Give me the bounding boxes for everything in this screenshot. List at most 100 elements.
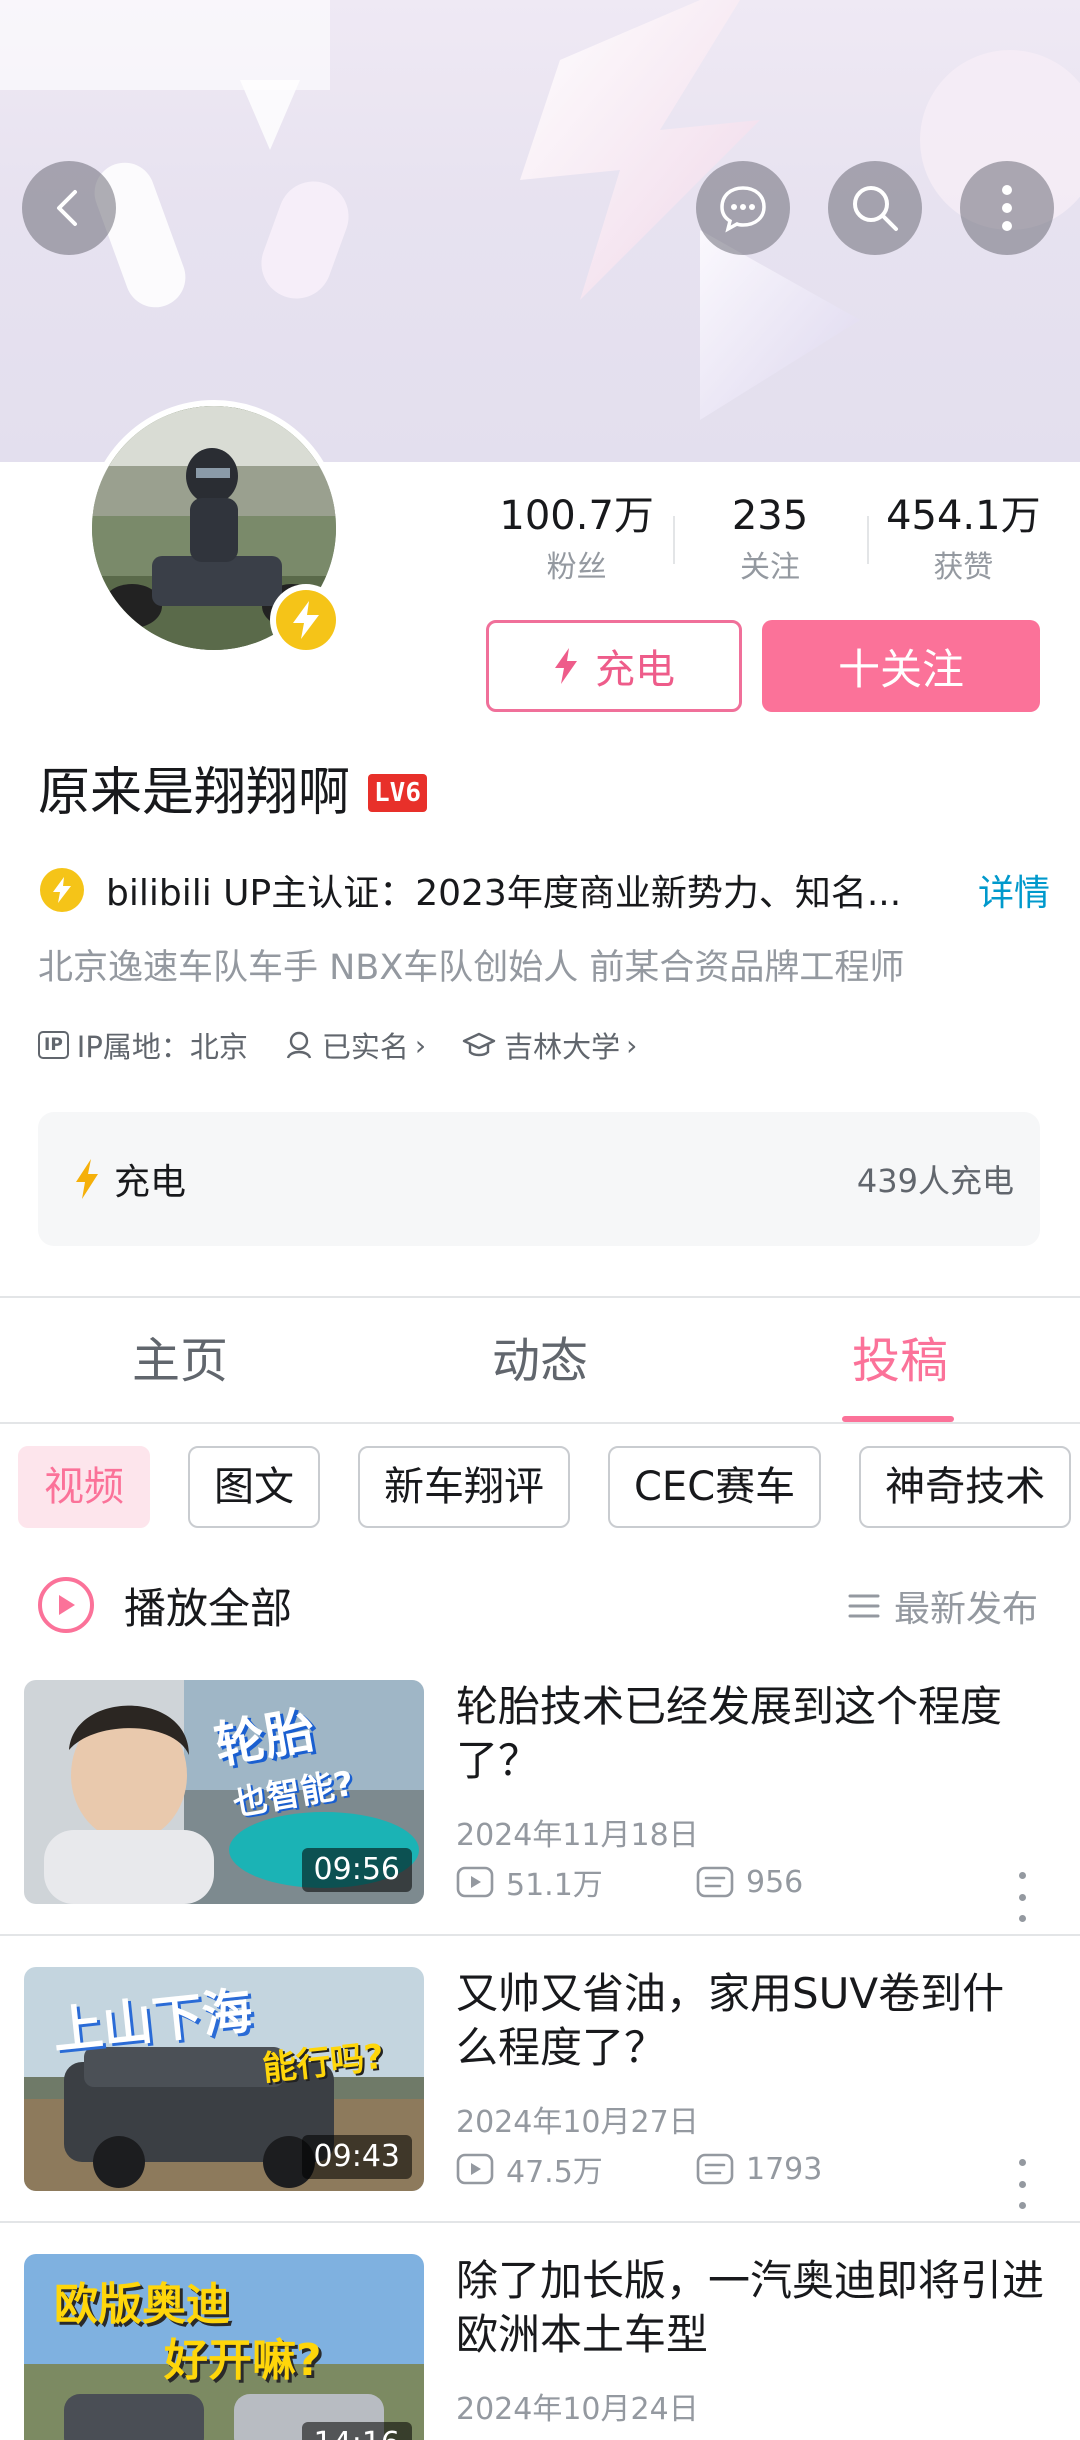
level-badge: LV6 [368, 774, 427, 812]
video-thumbnail[interactable]: 欧版奥迪 好开嘛? 14:16 [24, 2254, 424, 2440]
chip-tech[interactable]: 神奇技术 [859, 1446, 1072, 1528]
stat-likes[interactable]: 454.1万 获赞 [866, 488, 1060, 598]
more-vertical-icon[interactable] [1010, 1872, 1034, 1922]
realname-tag[interactable]: 已实名 › [284, 1024, 426, 1066]
video-title: 除了加长版，一汽奥迪即将引进欧洲本土车型 [456, 2256, 1045, 2359]
sort-button[interactable]: 最新发布 [848, 1578, 1038, 1634]
charge-button[interactable]: 充电 [486, 620, 742, 712]
banner-artwork [0, 0, 1080, 420]
stat-value: 235 [731, 493, 809, 539]
play-circle-icon [38, 1577, 94, 1633]
follow-button-label: 十关注 [837, 644, 964, 694]
video-comments-count: 1793 [746, 2151, 823, 2187]
thumbnail-caption: 欧版奥迪 [54, 2279, 230, 2330]
charge-button-label: 充电 [595, 647, 675, 693]
video-comments: 956 [696, 1865, 936, 1900]
video-date: 2024年10月24日 [456, 2392, 699, 2427]
message-button[interactable] [696, 161, 790, 255]
chevron-right-icon: › [626, 1028, 638, 1062]
user-tags: IP IP属地：北京 已实名 › 吉林大学 › [38, 1020, 673, 1070]
charge-card-count: 439人充电 [856, 1162, 1014, 1200]
lightning-icon [293, 601, 319, 639]
tab-dynamic[interactable]: 动态 [360, 1298, 720, 1422]
realname-label: 已实名 [321, 1030, 409, 1064]
search-icon [853, 186, 898, 231]
video-thumbnail[interactable]: 轮胎 也智能? 09:56 [24, 1680, 424, 1904]
stat-label: 获赞 [933, 550, 994, 585]
chevron-right-icon: › [414, 1028, 427, 1062]
play-all-button[interactable]: 播放全部 [38, 1574, 292, 1636]
username-text: 原来是翔翔啊 [38, 763, 351, 823]
school-tag[interactable]: 吉林大学 › [462, 1024, 637, 1066]
certification-row[interactable]: bilibili UP主认证：2023年度商业新势力、知名... 详情 [40, 862, 1050, 918]
video-item[interactable]: 欧版奥迪 好开嘛? 14:16 除了加长版，一汽奥迪即将引进欧洲本土车型 202… [0, 2254, 1080, 2440]
lightning-icon [76, 1159, 98, 1199]
video-duration: 09:43 [301, 2135, 412, 2179]
profile-banner [0, 0, 1080, 462]
video-views: 47.5万 [456, 2147, 696, 2191]
charge-badge [270, 584, 342, 656]
back-button[interactable] [22, 161, 116, 255]
charge-card-label: 充电 [114, 1162, 187, 1203]
stat-label: 粉丝 [546, 550, 607, 585]
stat-value: 100.7万 [499, 493, 654, 539]
video-date: 2024年10月27日 [456, 2105, 699, 2140]
chip-new-car-review[interactable]: 新车翔评 [358, 1446, 570, 1528]
school-label: 吉林大学 [504, 1030, 621, 1064]
play-all-label: 播放全部 [124, 1583, 293, 1633]
sort-label: 最新发布 [893, 1589, 1038, 1630]
video-duration: 09:56 [301, 1848, 412, 1892]
upload-category-chips: 视频 图文 新车翔评 CEC赛车 神奇技术 [18, 1446, 1080, 1530]
stat-label: 关注 [739, 550, 800, 585]
video-views-count: 51.1万 [506, 1868, 603, 1903]
video-date: 2024年11月18日 [456, 1818, 699, 1853]
certification-text: bilibili UP主认证：2023年度商业新势力、知名... [106, 873, 902, 914]
chat-bubble-icon [720, 186, 766, 233]
stat-following[interactable]: 235 关注 [673, 488, 866, 598]
comment-icon [696, 1866, 734, 1898]
video-title: 又帅又省油，家用SUV卷到什么程度了？ [456, 1969, 1005, 2072]
lightning-icon [555, 648, 577, 684]
video-comments-count: 956 [746, 1864, 804, 1900]
profile-tabs: 主页 动态 投稿 [0, 1298, 1080, 1424]
more-vertical-icon [1002, 185, 1012, 231]
video-item[interactable]: 上山下海 能行吗? 09:43 又帅又省油，家用SUV卷到什么程度了？ 2024… [0, 1967, 1080, 2253]
thumbnail-caption: 好开嘛? [164, 2335, 322, 2386]
chevron-left-icon [57, 190, 77, 226]
follow-button[interactable]: 十关注 [762, 620, 1040, 712]
search-button[interactable] [828, 161, 922, 255]
video-duration: 14:16 [301, 2422, 412, 2440]
certification-detail-link[interactable]: 详情 [978, 864, 1050, 916]
chip-article[interactable]: 图文 [188, 1446, 320, 1528]
more-vertical-icon[interactable] [1010, 2159, 1034, 2209]
tab-uploads[interactable]: 投稿 [720, 1298, 1080, 1422]
video-views-count: 47.5万 [506, 2155, 603, 2190]
comment-icon [696, 2153, 734, 2185]
more-button[interactable] [960, 161, 1054, 255]
profile-stats: 100.7万 粉丝 235 关注 454.1万 获赞 [480, 488, 1060, 598]
video-views: 51.1万 [456, 1860, 696, 1904]
video-thumbnail[interactable]: 上山下海 能行吗? 09:43 [24, 1967, 424, 2191]
ip-location: IP IP属地：北京 [38, 1024, 248, 1066]
graduation-cap-icon [462, 1032, 496, 1057]
username: 原来是翔翔啊 LV6 [38, 758, 427, 828]
chip-cec-racing[interactable]: CEC赛车 [608, 1446, 822, 1528]
list-sort-icon [848, 1594, 880, 1618]
video-title: 轮胎技术已经发展到这个程度了？ [456, 1682, 1003, 1785]
list-divider [0, 1934, 1080, 1936]
ip-location-label: IP属地：北京 [76, 1030, 248, 1064]
video-meta: 47.5万 1793 [456, 2147, 936, 2191]
list-divider [0, 2221, 1080, 2223]
video-item[interactable]: 轮胎 也智能? 09:56 轮胎技术已经发展到这个程度了？ 2024年11月18… [0, 1680, 1080, 1966]
user-signature: 北京逸速车队车手 NBX车队创始人 前某合资品牌工程师 [38, 948, 905, 988]
chip-video[interactable]: 视频 [18, 1446, 150, 1528]
verified-user-icon [286, 1031, 312, 1059]
stat-followers[interactable]: 100.7万 粉丝 [480, 488, 673, 598]
charge-card[interactable]: 充电 439人充电 [38, 1112, 1040, 1246]
tab-home[interactable]: 主页 [0, 1298, 360, 1422]
ip-icon: IP [38, 1031, 69, 1059]
video-comments: 1793 [696, 2152, 936, 2187]
certified-icon [40, 868, 84, 912]
video-meta: 51.1万 956 [456, 1860, 936, 1904]
play-count-icon [456, 1866, 494, 1898]
